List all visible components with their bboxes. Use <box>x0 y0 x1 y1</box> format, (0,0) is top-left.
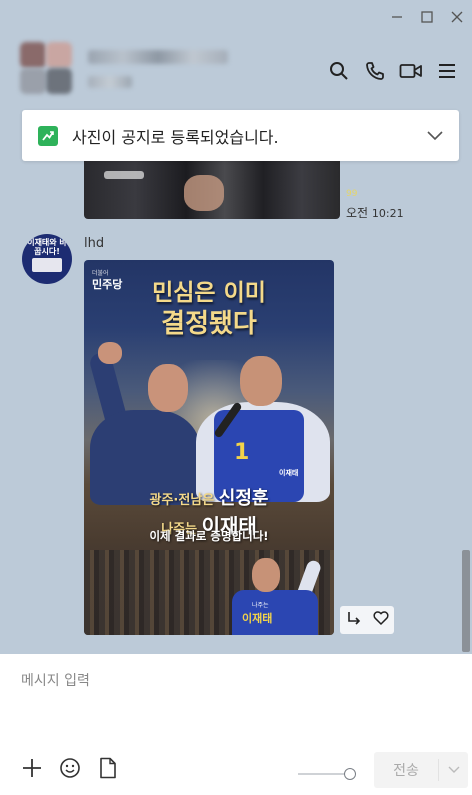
chevron-down-icon[interactable] <box>439 766 468 774</box>
poster-headline: 민심은 이미 결정됐다 <box>152 280 266 339</box>
title-bar <box>0 0 472 34</box>
message-time: 오전 10:21 <box>346 204 404 221</box>
poster-line-3: 이제 결과로 증명합니다! <box>149 529 269 543</box>
text-size-slider[interactable] <box>298 767 358 781</box>
send-label: 전송 <box>393 763 419 779</box>
message-input[interactable]: 메시지 입력 <box>21 670 90 690</box>
sender-avatar[interactable]: 이재태와 바꿉시다! <box>22 234 72 284</box>
minimize-icon[interactable] <box>382 0 412 34</box>
notice-banner[interactable]: 사진이 공지로 등록되었습니다. <box>22 110 459 161</box>
chat-header <box>0 34 472 106</box>
notice-chart-icon <box>38 125 58 146</box>
unread-count: 99 <box>346 189 358 199</box>
phone-icon[interactable] <box>360 58 390 84</box>
emoji-icon[interactable] <box>58 756 82 780</box>
chat-scrollbar[interactable] <box>462 550 470 652</box>
plus-icon[interactable] <box>20 756 44 780</box>
poster-line-1: 광주·전남은 신정훈 <box>149 488 269 509</box>
time-period: 오전 <box>346 206 369 220</box>
room-profile-image[interactable] <box>20 42 72 94</box>
poster-image-message[interactable]: 더불어 민주당 민심은 이미 결정됐다 1 이재태 광주·전남은 신정훈 나주는… <box>84 260 334 635</box>
avatar-caption: 이재태와 바꿉시다! <box>27 238 67 256</box>
slider-handle[interactable] <box>344 768 356 780</box>
message-composer: 메시지 입력 전송 <box>0 654 472 795</box>
close-icon[interactable] <box>442 0 472 34</box>
chevron-down-icon[interactable] <box>427 126 443 145</box>
share-icon[interactable] <box>346 610 362 630</box>
heart-icon[interactable] <box>372 610 389 630</box>
member-count <box>88 76 132 88</box>
notice-text: 사진이 공지로 등록되었습니다. <box>72 127 279 147</box>
send-button[interactable]: 전송 <box>374 752 468 788</box>
previous-photo-message[interactable] <box>84 161 340 219</box>
message-actions <box>340 606 394 634</box>
time-value: 10:21 <box>371 207 404 220</box>
file-icon[interactable] <box>96 756 120 780</box>
maximize-icon[interactable] <box>412 0 442 34</box>
sender-name[interactable]: lhd <box>84 236 104 251</box>
menu-icon[interactable] <box>432 58 462 84</box>
video-icon[interactable] <box>396 58 426 84</box>
room-title[interactable] <box>88 50 228 64</box>
search-icon[interactable] <box>324 58 354 84</box>
